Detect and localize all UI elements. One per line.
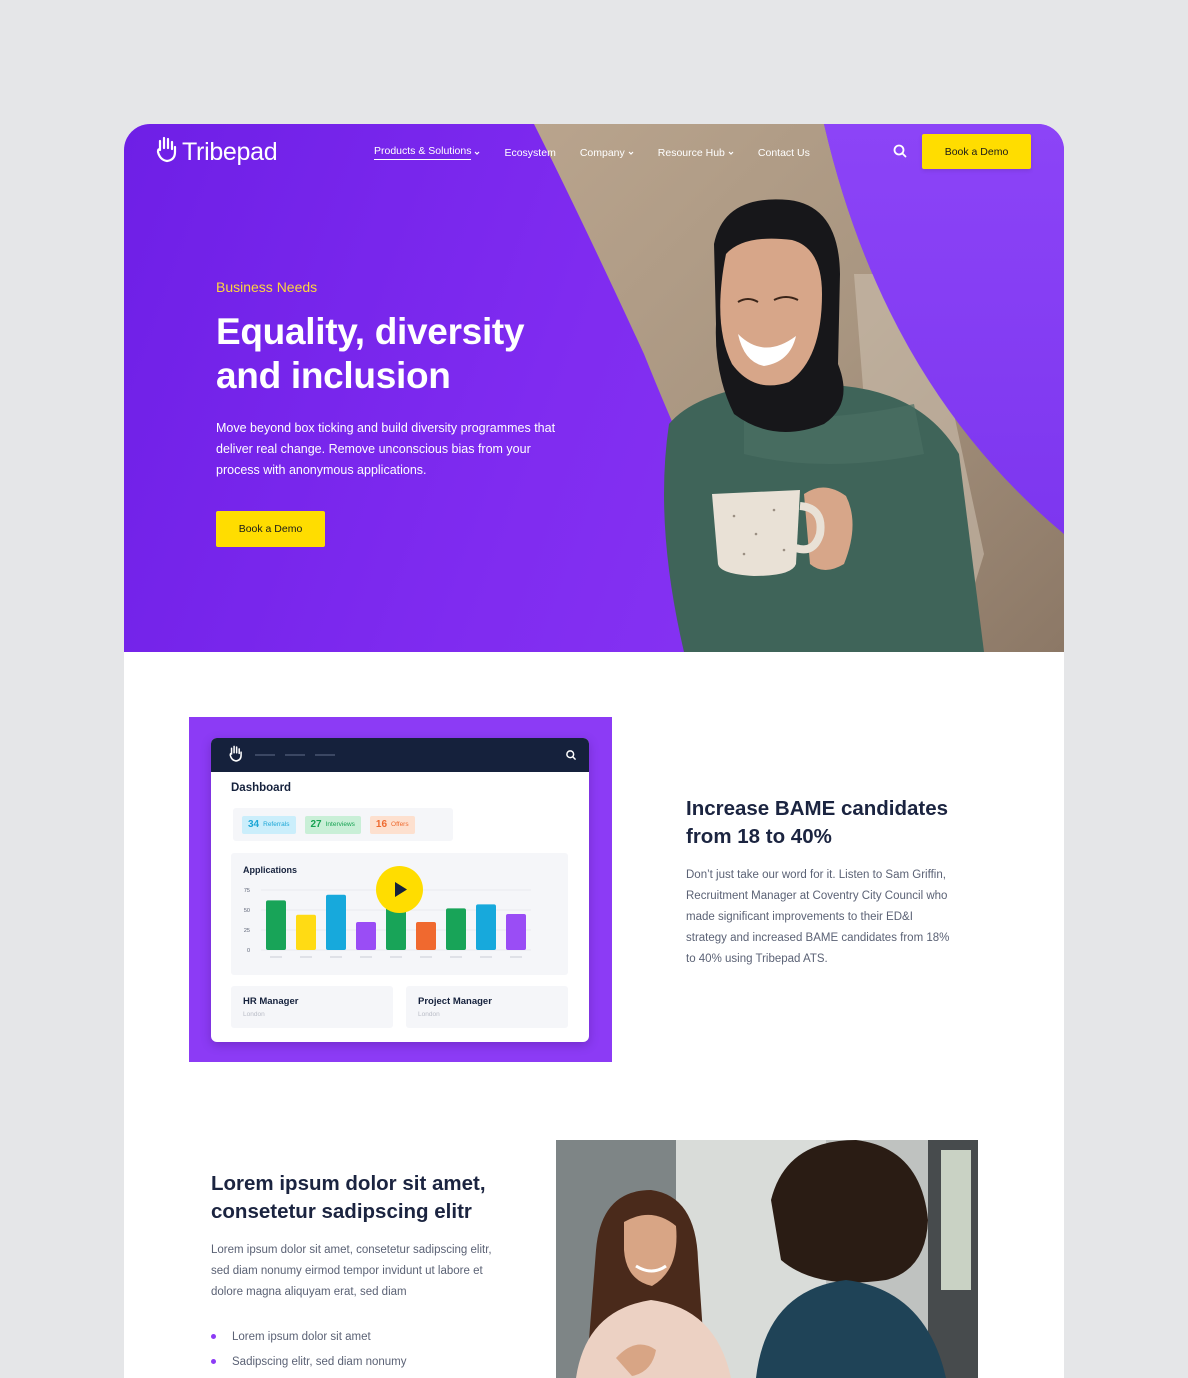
job-location: London	[418, 1011, 440, 1018]
interview-photo	[556, 1140, 978, 1378]
x-tick-placeholder	[270, 956, 282, 958]
job-location: London	[243, 1011, 265, 1018]
chart-bar	[266, 900, 286, 950]
y-tick-label: 50	[244, 908, 250, 914]
job-title: Project Manager	[418, 996, 492, 1007]
bame-section-title: Increase BAME candidates from 18 to 40%	[686, 797, 949, 848]
chart-bar	[476, 904, 496, 950]
play-video-button[interactable]	[376, 866, 423, 913]
stat-interviews: 27 Interviews	[304, 815, 361, 834]
y-tick-label: 25	[244, 928, 250, 934]
stat-value: 16	[375, 819, 388, 830]
x-tick-placeholder	[360, 956, 372, 958]
nav-item-products-solutions[interactable]: Products & Solutions	[374, 145, 480, 160]
x-tick-placeholder	[390, 956, 402, 958]
dashboard-title: Dashboard	[231, 782, 292, 794]
chart-bar	[296, 914, 316, 950]
job-card[interactable]: HR Manager London	[231, 986, 393, 1028]
bame-section-description: Don’t just take our word for it. Listen …	[686, 869, 950, 965]
chevron-down-icon	[475, 151, 480, 155]
logo-text: Tribepad	[182, 138, 278, 166]
page-frame: Tribepad Products & Solutions Ecosystem …	[124, 124, 1064, 1378]
nav-item-contact-us[interactable]: Contact Us	[758, 145, 810, 160]
bullet-dot	[211, 1359, 216, 1364]
chart-bar	[446, 908, 466, 950]
play-icon	[395, 882, 407, 897]
dashboard-video-card: Dashboard 34 Referrals 27 Interviews 16 …	[189, 717, 612, 1062]
applications-chart: Applications 75 50 25 0	[231, 853, 568, 975]
stat-label: Offers	[391, 821, 409, 828]
job-card[interactable]: Project Manager London	[406, 986, 568, 1028]
x-tick-placeholder	[300, 956, 312, 958]
menu-placeholder	[255, 754, 275, 756]
stats-row: 34 Referrals 27 Interviews 16 Offers	[233, 808, 453, 841]
stat-value: 27	[310, 819, 322, 830]
bullet-text: Lorem ipsum dolor sit amet	[232, 1330, 371, 1343]
lorem-section-description: Lorem ipsum dolor sit amet, consetetur s…	[211, 1244, 492, 1298]
logo[interactable]: Tribepad	[156, 136, 278, 169]
nav-item-label: Products & Solutions	[374, 145, 472, 160]
stat-label: Referrals	[263, 821, 290, 828]
chart-bar	[326, 894, 346, 950]
top-nav: Tribepad Products & Solutions Ecosystem …	[124, 124, 1064, 180]
x-tick-placeholder	[450, 956, 462, 958]
job-title: HR Manager	[243, 996, 299, 1007]
hero-section: Tribepad Products & Solutions Ecosystem …	[124, 124, 1064, 652]
search-icon[interactable]	[892, 143, 908, 159]
nav-item-label: Resource Hub	[657, 146, 725, 159]
nav-item-label: Company	[579, 146, 625, 159]
dashboard-mockup: Dashboard 34 Referrals 27 Interviews 16 …	[211, 738, 589, 1042]
search-icon	[566, 750, 576, 760]
nav-item-label: Contact Us	[757, 146, 810, 159]
lorem-section-title: Lorem ipsum dolor sit amet, consetetur s…	[211, 1172, 486, 1223]
nav-links: Products & Solutions Ecosystem Company R…	[374, 145, 834, 160]
hero-title: Equality, diversity and inclusion	[216, 311, 525, 396]
stat-value: 34	[248, 819, 260, 830]
x-tick-placeholder	[510, 956, 522, 958]
hero-description: Move beyond box ticking and build divers…	[216, 421, 556, 477]
y-tick-label: 75	[244, 888, 250, 894]
nav-item-ecosystem[interactable]: Ecosystem	[504, 145, 555, 160]
list-item: Sadipscing elitr, sed diam nonumy	[211, 1349, 407, 1374]
nav-item-label: Ecosystem	[504, 146, 556, 159]
bullet-text: Sadipscing elitr, sed diam nonumy	[232, 1355, 407, 1368]
hand-logo-icon	[156, 136, 178, 169]
menu-placeholder	[285, 754, 305, 756]
hand-logo-icon	[229, 745, 242, 762]
menu-placeholder	[315, 754, 335, 756]
x-tick-placeholder	[420, 956, 432, 958]
chart-bar	[356, 922, 376, 950]
nav-item-company[interactable]: Company	[580, 145, 634, 160]
stat-offers: 16 Offers	[369, 815, 415, 834]
chevron-down-icon	[628, 151, 634, 155]
list-item: Lorem ipsum dolor sit amet	[211, 1324, 407, 1349]
chevron-down-icon	[728, 151, 734, 155]
dashboard-topbar	[211, 738, 589, 772]
bullet-dot	[211, 1334, 216, 1339]
stat-referrals: 34 Referrals	[242, 815, 296, 834]
chart-bar	[416, 922, 436, 950]
book-demo-nav-button[interactable]: Book a Demo	[922, 134, 1031, 169]
hero-eyebrow: Business Needs	[216, 279, 318, 295]
chart-bar	[506, 914, 526, 950]
x-tick-placeholder	[330, 956, 342, 958]
feature-bullet-list: Lorem ipsum dolor sit amet Sadipscing el…	[211, 1324, 407, 1374]
y-tick-label: 0	[247, 948, 250, 954]
nav-item-resource-hub[interactable]: Resource Hub	[658, 145, 734, 160]
book-demo-hero-button[interactable]: Book a Demo	[216, 511, 325, 547]
x-tick-placeholder	[480, 956, 492, 958]
stat-label: Interviews	[325, 821, 355, 828]
